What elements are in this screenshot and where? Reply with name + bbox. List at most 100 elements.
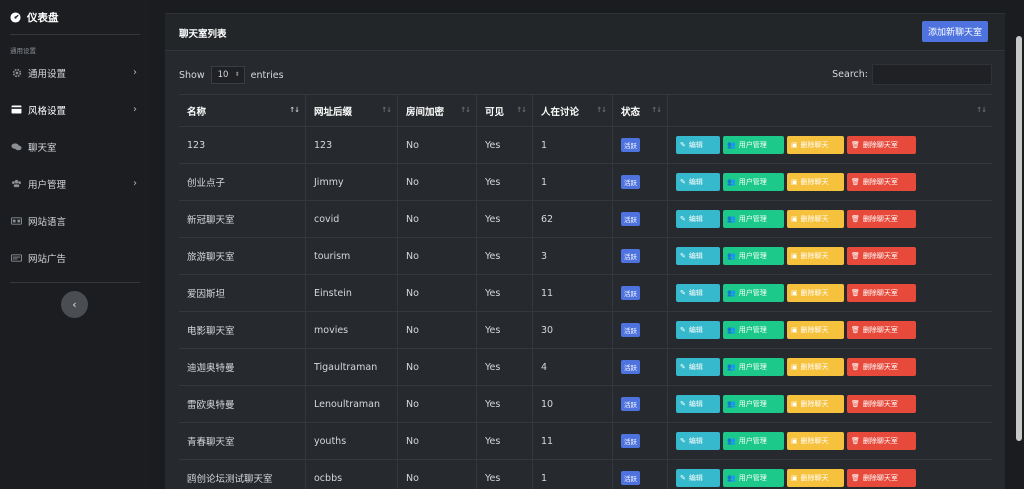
cell-visible: Yes <box>476 386 532 422</box>
cell-name: 爱因斯坦 <box>187 289 226 300</box>
sidebar-item-site-ads[interactable]: 网站广告 <box>0 239 150 276</box>
cell-status: 活跃 <box>612 460 667 489</box>
delete-chat-button[interactable]: ▣ 删除聊天 <box>787 358 844 376</box>
delete-chat-button[interactable]: ▣ 删除聊天 <box>787 247 844 265</box>
edit-button[interactable]: ✎ 编辑 <box>676 284 720 302</box>
trash-icon: 🗑 <box>851 363 860 371</box>
delete-chat-button[interactable]: ▣ 删除聊天 <box>787 321 844 339</box>
delete-chat-button[interactable]: ▣ 删除聊天 <box>787 432 844 450</box>
edit-button[interactable]: ✎ 编辑 <box>676 210 720 228</box>
cell-online: 11 <box>532 275 612 311</box>
manage-users-button[interactable]: 👥 用户管理 <box>723 247 784 265</box>
edit-icon: ✎ <box>680 141 686 149</box>
page-scrollbar[interactable] <box>1016 36 1022 441</box>
delete-room-button[interactable]: 🗑 删除聊天室 <box>847 469 916 487</box>
cell-slug: Tigaultraman <box>305 349 397 385</box>
manage-users-button[interactable]: 👥 用户管理 <box>723 321 784 339</box>
manage-users-button[interactable]: 👥 用户管理 <box>723 173 784 191</box>
trash-icon: ▣ <box>791 252 798 260</box>
delete-chat-button[interactable]: ▣ 删除聊天 <box>787 173 844 191</box>
delete-chat-button[interactable]: ▣ 删除聊天 <box>787 210 844 228</box>
search-input[interactable] <box>872 64 992 85</box>
cell-slug: ocbbs <box>305 460 397 489</box>
cell-encrypted: No <box>397 423 476 459</box>
chatroom-list-card: 聊天室列表 添加新聊天室 Show 10 ⬍ entries Search: 名… <box>165 13 1005 489</box>
table-body: 123 123 No Yes 1 活跃 ✎ 编辑 👥 用户管理 ▣ 删除聊天 🗑 删除聊… <box>179 127 992 489</box>
delete-room-button[interactable]: 🗑 删除聊天室 <box>847 321 916 339</box>
sidebar-item-chatrooms[interactable]: 聊天室 <box>0 128 150 165</box>
table-row: 123 123 No Yes 1 活跃 ✎ 编辑 👥 用户管理 ▣ 删除聊天 🗑 删除聊… <box>179 127 992 164</box>
column-header-online[interactable]: 人在讨论 ↑↓ <box>532 95 612 126</box>
delete-room-button[interactable]: 🗑 删除聊天室 <box>847 247 916 265</box>
delete-room-button[interactable]: 🗑 删除聊天室 <box>847 358 916 376</box>
manage-users-button[interactable]: 👥 用户管理 <box>723 469 784 487</box>
cell-name: 鸥创论坛测试聊天室 <box>187 474 273 485</box>
column-header-actions[interactable]: ↑↓ <box>667 95 992 126</box>
edit-button[interactable]: ✎ 编辑 <box>676 173 720 191</box>
sidebar-item-user-management[interactable]: 用户管理 › <box>0 165 150 202</box>
sidebar-brand-label: 仪表盘 <box>27 11 59 24</box>
trash-icon: 🗑 <box>851 437 860 445</box>
cell-name: 创业点子 <box>187 178 226 189</box>
delete-room-button[interactable]: 🗑 删除聊天室 <box>847 210 916 228</box>
delete-room-button[interactable]: 🗑 删除聊天室 <box>847 284 916 302</box>
trash-icon: ▣ <box>791 400 798 408</box>
status-badge: 活跃 <box>621 175 640 189</box>
column-header-slug[interactable]: 网址后缀 ↑↓ <box>305 95 397 126</box>
cell-status: 活跃 <box>612 127 667 163</box>
trash-icon: 🗑 <box>851 474 860 482</box>
cell-actions: ✎ 编辑 👥 用户管理 ▣ 删除聊天 🗑 删除聊天室 <box>667 423 992 459</box>
cell-status: 活跃 <box>612 201 667 237</box>
sidebar-item-style-settings[interactable]: 风格设置 › <box>0 91 150 128</box>
cell-slug: 123 <box>305 127 397 163</box>
edit-button[interactable]: ✎ 编辑 <box>676 136 720 154</box>
delete-chat-button[interactable]: ▣ 删除聊天 <box>787 395 844 413</box>
delete-room-button[interactable]: 🗑 删除聊天室 <box>847 395 916 413</box>
delete-chat-button[interactable]: ▣ 删除聊天 <box>787 284 844 302</box>
column-header-encrypted[interactable]: 房间加密 ↑↓ <box>397 95 476 126</box>
delete-chat-button[interactable]: ▣ 删除聊天 <box>787 136 844 154</box>
column-header-name[interactable]: 名称 ↑↓ <box>179 95 305 126</box>
edit-button[interactable]: ✎ 编辑 <box>676 247 720 265</box>
delete-room-button[interactable]: 🗑 删除聊天室 <box>847 432 916 450</box>
cell-online: 4 <box>532 349 612 385</box>
cell-actions: ✎ 编辑 👥 用户管理 ▣ 删除聊天 🗑 删除聊天室 <box>667 127 992 163</box>
table-row: 雷欧奥特曼 Lenoultraman No Yes 10 活跃 ✎ 编辑 👥 用户管… <box>179 386 992 423</box>
status-badge: 活跃 <box>621 323 640 337</box>
sort-icon: ↑↓ <box>651 106 662 114</box>
cell-status: 活跃 <box>612 312 667 348</box>
column-header-visible[interactable]: 可见 ↑↓ <box>476 95 532 126</box>
edit-button[interactable]: ✎ 编辑 <box>676 469 720 487</box>
delete-chat-button[interactable]: ▣ 删除聊天 <box>787 469 844 487</box>
edit-button[interactable]: ✎ 编辑 <box>676 432 720 450</box>
sidebar-brand[interactable]: 仪表盘 <box>0 0 150 34</box>
column-header-status[interactable]: 状态 ↑↓ <box>612 95 667 126</box>
cell-name: 雷欧奥特曼 <box>187 400 235 411</box>
delete-room-button[interactable]: 🗑 删除聊天室 <box>847 136 916 154</box>
manage-users-button[interactable]: 👥 用户管理 <box>723 358 784 376</box>
sidebar-item-general-settings[interactable]: 通用设置 › <box>0 54 150 91</box>
trash-icon: 🗑 <box>851 326 860 334</box>
edit-button[interactable]: ✎ 编辑 <box>676 395 720 413</box>
delete-room-button[interactable]: 🗑 删除聊天室 <box>847 173 916 191</box>
manage-users-button[interactable]: 👥 用户管理 <box>723 136 784 154</box>
cell-slug: covid <box>305 201 397 237</box>
edit-button[interactable]: ✎ 编辑 <box>676 358 720 376</box>
users-icon: 👥 <box>727 178 736 186</box>
entries-select[interactable]: 10 ⬍ <box>210 66 245 84</box>
add-chatroom-button[interactable]: 添加新聊天室 <box>922 21 989 42</box>
sidebar-item-label: 聊天室 <box>28 142 57 154</box>
manage-users-button[interactable]: 👥 用户管理 <box>723 284 784 302</box>
sidebar-toggle-button[interactable]: ‹ <box>61 291 88 318</box>
cell-visible: Yes <box>476 127 532 163</box>
manage-users-button[interactable]: 👥 用户管理 <box>723 432 784 450</box>
chevron-left-icon: ‹ <box>72 298 77 311</box>
cell-actions: ✎ 编辑 👥 用户管理 ▣ 删除聊天 🗑 删除聊天室 <box>667 275 992 311</box>
manage-users-button[interactable]: 👥 用户管理 <box>723 395 784 413</box>
trash-icon: ▣ <box>791 363 798 371</box>
cell-slug: tourism <box>305 238 397 274</box>
sidebar-item-site-language[interactable]: 网站语言 <box>0 202 150 239</box>
edit-button[interactable]: ✎ 编辑 <box>676 321 720 339</box>
manage-users-button[interactable]: 👥 用户管理 <box>723 210 784 228</box>
status-badge: 活跃 <box>621 212 640 226</box>
